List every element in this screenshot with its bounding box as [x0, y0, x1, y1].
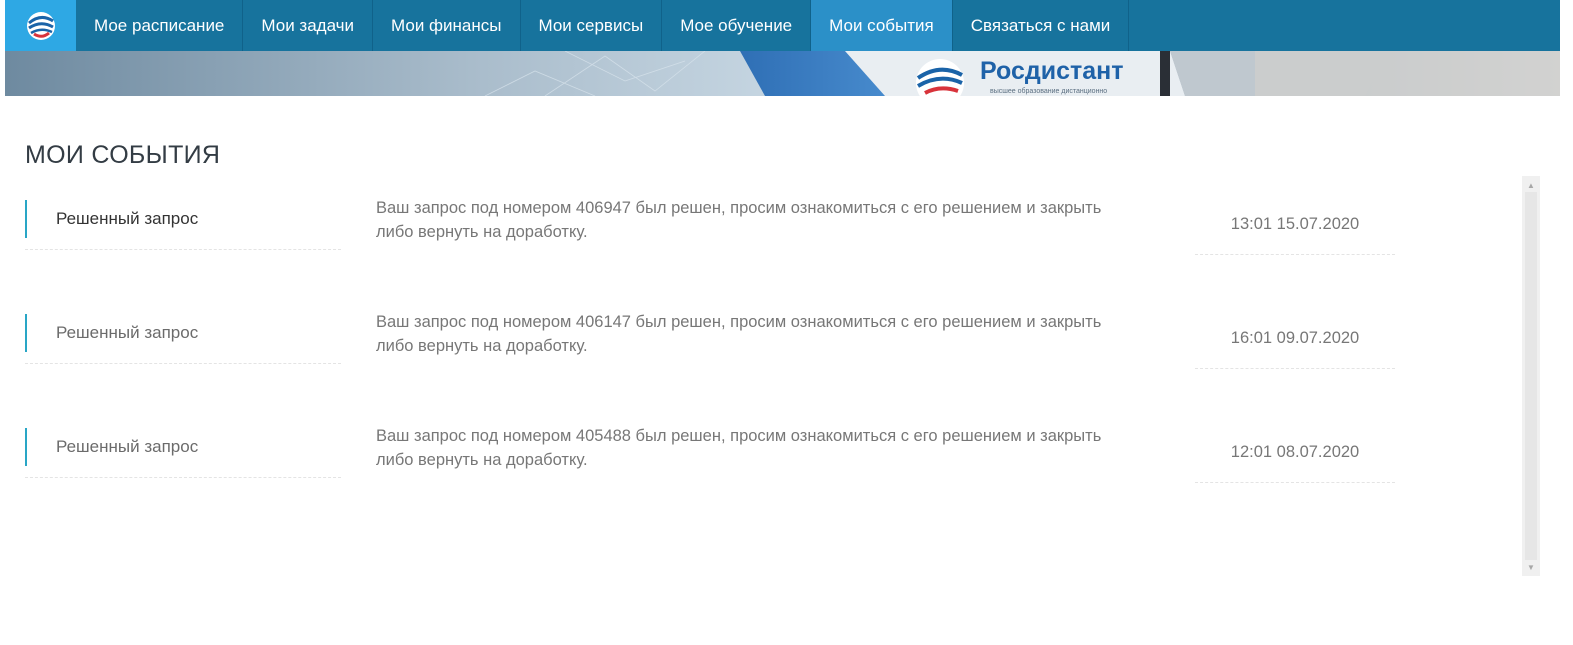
event-title-block: Решенный запрос [25, 428, 341, 478]
nav-my-learning[interactable]: Мое обучение [662, 0, 812, 51]
scroll-up-icon[interactable]: ▲ [1522, 178, 1540, 192]
event-item[interactable]: Решенный запрос Ваш запрос под номером 4… [0, 188, 1500, 288]
event-accent-bar [25, 200, 27, 238]
event-title[interactable]: Решенный запрос [56, 323, 198, 343]
event-item[interactable]: Решенный запрос Ваш запрос под номером 4… [0, 416, 1500, 516]
event-time: 12:01 08.07.2020 [1195, 426, 1395, 483]
nav-my-events[interactable]: Мои события [811, 0, 953, 51]
banner-image: Росдистант высшее образование дистанцион… [5, 51, 1560, 96]
event-accent-bar [25, 314, 27, 352]
event-time: 16:01 09.07.2020 [1195, 312, 1395, 369]
event-message: Ваш запрос под номером 406147 был решен,… [376, 313, 1102, 355]
event-title[interactable]: Решенный запрос [56, 437, 198, 457]
event-title-block: Решенный запрос [25, 200, 341, 250]
event-message: Ваш запрос под номером 406947 был решен,… [376, 199, 1102, 241]
page-title: МОИ СОБЫТИЯ [25, 141, 221, 169]
event-message: Ваш запрос под номером 405488 был решен,… [376, 427, 1102, 469]
banner-tagline: высшее образование дистанционно [990, 87, 1107, 95]
scroll-down-icon[interactable]: ▼ [1522, 560, 1540, 574]
nav-my-schedule[interactable]: Мое расписание [76, 0, 244, 51]
nav-my-services[interactable]: Мои сервисы [521, 0, 663, 51]
event-time: 13:01 15.07.2020 [1195, 198, 1395, 255]
events-scrollbar[interactable]: ▲ ▼ [1522, 176, 1540, 576]
event-item[interactable]: Решенный запрос Ваш запрос под номером 4… [0, 302, 1500, 402]
banner-brand: Росдистант [980, 57, 1124, 85]
header-banner: Росдистант высшее образование дистанцион… [5, 51, 1560, 96]
top-navigation: Мое расписание Мои задачи Мои финансы Мо… [5, 0, 1560, 51]
home-logo[interactable] [5, 0, 76, 51]
scroll-thumb[interactable] [1525, 192, 1537, 560]
nav-contact-us[interactable]: Связаться с нами [953, 0, 1130, 51]
event-accent-bar [25, 428, 27, 466]
event-title-block: Решенный запрос [25, 314, 341, 364]
logo-icon [26, 11, 55, 40]
nav-my-finances[interactable]: Мои финансы [373, 0, 521, 51]
event-title[interactable]: Решенный запрос [56, 209, 198, 229]
nav-my-tasks[interactable]: Мои задачи [243, 0, 374, 51]
